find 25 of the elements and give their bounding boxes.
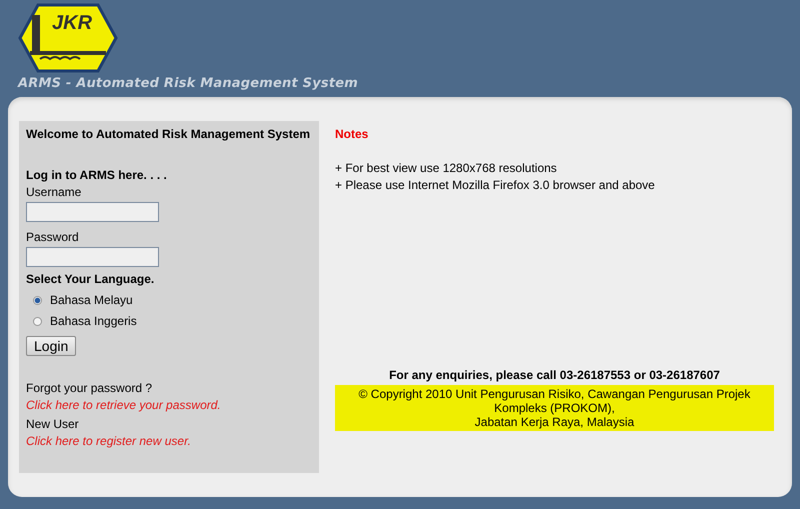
radio-label: Bahasa Melayu: [50, 293, 133, 307]
retrieve-password-link[interactable]: Click here to retrieve your password.: [26, 398, 221, 412]
notes-title: Notes: [335, 127, 370, 141]
enquiries-text: For any enquiries, please call 03-26187553 or 03-26187607: [388, 368, 721, 382]
login-heading: Log in to ARMS here. . . .: [26, 168, 167, 182]
language-heading: Select Your Language.: [26, 272, 154, 286]
field-label: Username: [26, 185, 82, 199]
note-text: + For best view use 1280x768 resolutions: [335, 161, 558, 175]
site-subtitle: ARMS - Automated Risk Management System: [18, 76, 358, 91]
note-text: + Please use Internet Mozilla Firefox 3.0 browser and above: [335, 178, 656, 192]
copyright-text: © Copyright 2010 Unit Pengurusan Risiko, Cawangan Pengurusan Projek Kompleks (PROKOM),: [358, 387, 752, 415]
radio-label: Bahasa Inggeris: [50, 314, 137, 328]
radio-button[interactable]: [33, 296, 42, 304]
register-link[interactable]: Click here to register new user.: [26, 434, 191, 448]
logo-icon: [18, 3, 118, 73]
new-user-label: New User: [26, 417, 79, 431]
logo-text: JKR: [52, 12, 92, 35]
forgot-password-label: Forgot your password ?: [26, 381, 152, 395]
input-field[interactable]: [26, 202, 159, 222]
login-button[interactable]: Login: [26, 336, 76, 356]
input-field[interactable]: [26, 247, 159, 267]
field-label: Password: [26, 230, 79, 244]
welcome-heading: Welcome to Automated Risk Management System: [26, 127, 310, 141]
radio-button[interactable]: [33, 316, 42, 326]
copyright-text: Jabatan Kerja Raya, Malaysia: [474, 415, 636, 429]
